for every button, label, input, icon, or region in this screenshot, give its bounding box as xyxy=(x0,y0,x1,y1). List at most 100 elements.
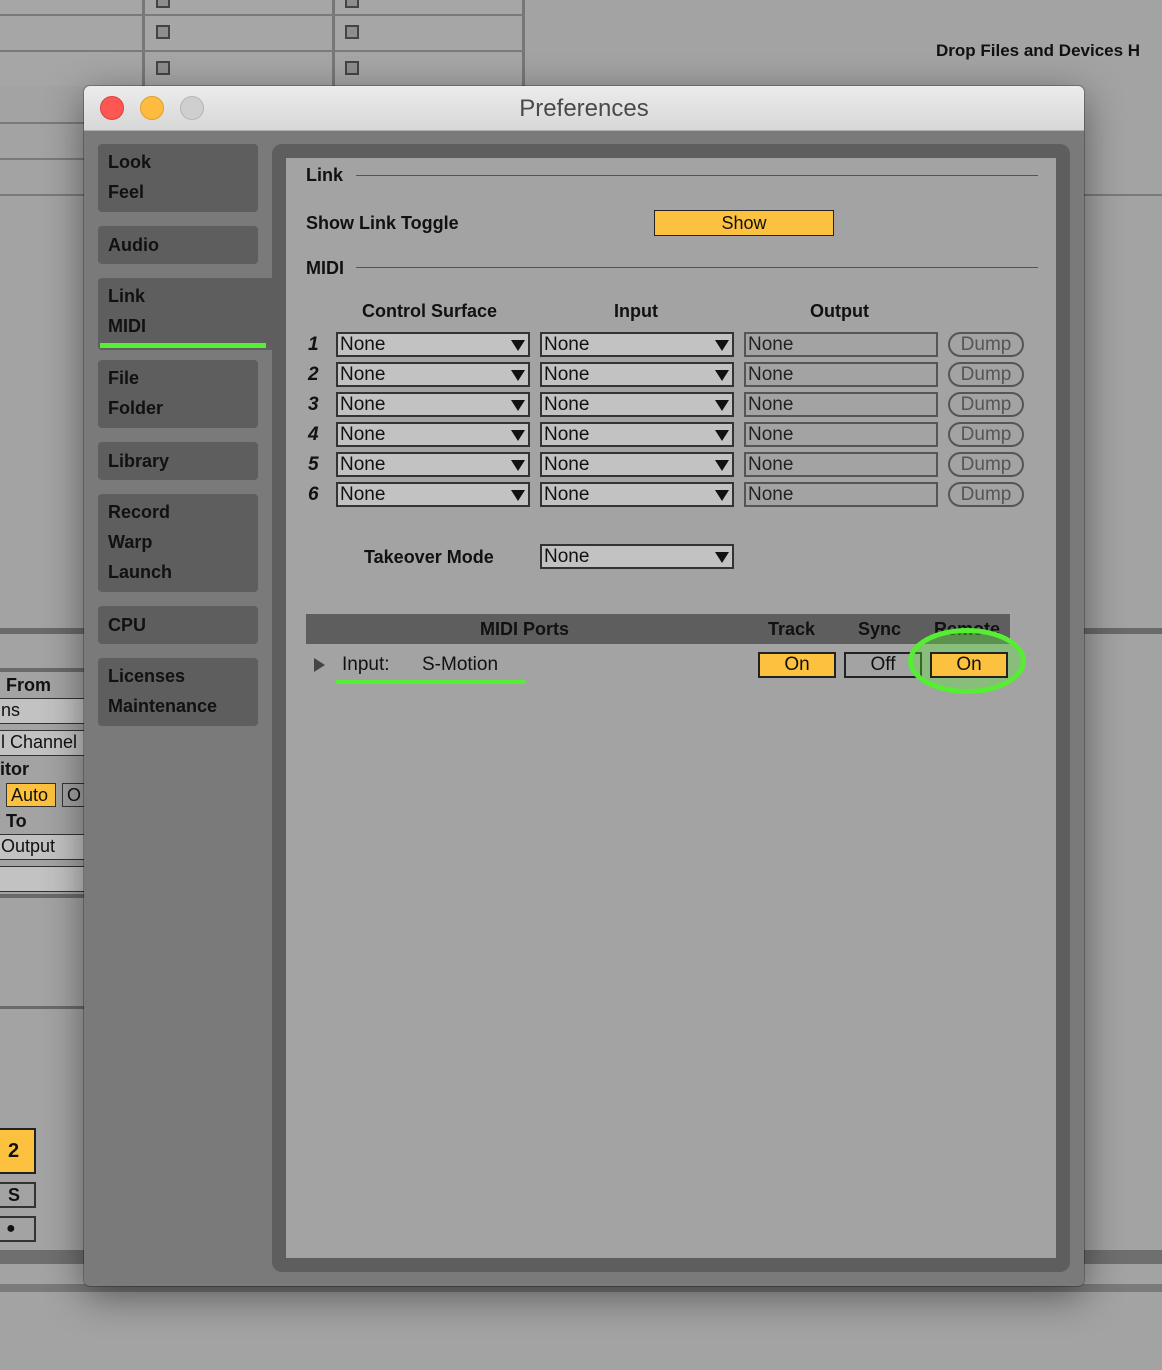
input-select[interactable]: None xyxy=(540,482,734,507)
output-select[interactable]: None xyxy=(744,392,938,417)
chevron-down-icon xyxy=(715,460,729,471)
clip-slot-stop[interactable] xyxy=(156,61,170,75)
sidebar-label: Link xyxy=(108,286,146,306)
clip-slot-stop[interactable] xyxy=(156,25,170,39)
clip-slot-stop[interactable] xyxy=(156,0,170,8)
input-column-header: Input xyxy=(614,301,658,321)
port-direction-label: Input: xyxy=(342,654,390,675)
sidebar-tab-link-midi[interactable]: Link MIDI xyxy=(98,278,272,350)
sidebar-tab-look-feel[interactable]: Look Feel xyxy=(98,144,258,212)
show-link-toggle-button[interactable]: Show xyxy=(654,210,834,236)
chevron-down-icon xyxy=(715,370,729,381)
sidebar-tab-file-folder[interactable]: File Folder xyxy=(98,360,258,428)
expand-triangle-icon[interactable] xyxy=(314,658,325,672)
divider-line xyxy=(1084,194,1162,196)
dump-button[interactable]: Dump xyxy=(948,422,1024,447)
chevron-down-icon xyxy=(715,430,729,441)
clip-slot-stop[interactable] xyxy=(345,0,359,8)
title-bar[interactable]: Preferences xyxy=(84,86,1084,131)
sidebar-label: Audio xyxy=(108,235,159,255)
control-surface-select[interactable]: None xyxy=(336,482,530,507)
sidebar-tab-library[interactable]: Library xyxy=(98,442,258,480)
dump-button[interactable]: Dump xyxy=(948,332,1024,357)
section-divider xyxy=(356,175,1038,176)
dump-button[interactable]: Dump xyxy=(948,392,1024,417)
row-number: 2 xyxy=(308,364,319,385)
chevron-down-icon xyxy=(715,490,729,501)
dump-button[interactable]: Dump xyxy=(948,482,1024,507)
grid-row-line xyxy=(0,50,524,52)
row-number: 3 xyxy=(308,394,319,415)
control-surface-select[interactable]: None xyxy=(336,362,530,387)
link-midi-panel: Link Show Link Toggle Show MIDI Control … xyxy=(286,158,1056,1258)
sidebar-label: CPU xyxy=(108,615,147,635)
output-column-header: Output xyxy=(810,301,869,321)
output-select[interactable]: None xyxy=(744,452,938,477)
dump-button[interactable]: Dump xyxy=(948,362,1024,387)
monitor-label: itor xyxy=(0,759,29,779)
control-surface-select[interactable]: None xyxy=(336,392,530,417)
chevron-down-icon xyxy=(511,460,525,471)
input-channel-select[interactable]: l Channel xyxy=(0,730,86,756)
sidebar-label: Maintenance xyxy=(108,696,218,716)
sidebar-label: Licenses xyxy=(108,666,186,686)
solo-button[interactable]: S xyxy=(0,1182,36,1208)
chevron-down-icon xyxy=(511,430,525,441)
output-select[interactable]: None xyxy=(744,362,938,387)
input-select[interactable]: None xyxy=(540,422,734,447)
sidebar-tab-audio[interactable]: Audio xyxy=(98,226,258,264)
divider-line xyxy=(1084,628,1162,634)
sidebar-tab-licenses-maintenance[interactable]: Licenses Maintenance xyxy=(98,658,258,726)
chevron-down-icon xyxy=(715,552,729,563)
midi-ports-column-header: MIDI Ports xyxy=(480,619,570,639)
mixer-divider xyxy=(0,894,84,898)
dump-button[interactable]: Dump xyxy=(948,452,1024,477)
grid-divider xyxy=(142,0,145,86)
remote-toggle[interactable]: On xyxy=(930,652,1008,678)
grid-divider xyxy=(522,0,525,86)
input-select[interactable]: None xyxy=(540,392,734,417)
output-select[interactable]: None xyxy=(744,482,938,507)
midi-section-title: MIDI xyxy=(306,258,344,278)
takeover-mode-select[interactable]: None xyxy=(540,544,734,569)
sidebar-label: Feel xyxy=(108,182,145,202)
input-type-select[interactable]: ns xyxy=(0,698,86,724)
sidebar-tab-cpu[interactable]: CPU xyxy=(98,606,258,644)
chevron-down-icon xyxy=(715,400,729,411)
divider-line xyxy=(0,158,84,160)
input-from-label: From xyxy=(6,675,51,695)
grid-row-line xyxy=(0,14,524,16)
arm-record-button[interactable]: ● xyxy=(0,1216,36,1242)
monitor-auto-button[interactable]: Auto xyxy=(6,783,56,807)
sidebar-label: Folder xyxy=(108,398,164,418)
input-select[interactable]: None xyxy=(540,332,734,357)
input-select[interactable]: None xyxy=(540,362,734,387)
control-surface-select[interactable]: None xyxy=(336,332,530,357)
track-activator[interactable]: 2 xyxy=(0,1128,36,1174)
clip-slot-stop[interactable] xyxy=(345,61,359,75)
output-select[interactable]: Output xyxy=(0,834,86,860)
sidebar-label: Record xyxy=(108,502,171,522)
output-select[interactable]: None xyxy=(744,332,938,357)
output-channel-select[interactable] xyxy=(0,866,86,892)
clip-slot-stop[interactable] xyxy=(345,25,359,39)
sidebar-label: Launch xyxy=(108,562,173,582)
sidebar-label: Library xyxy=(108,451,170,471)
sidebar-tab-record-warp-launch[interactable]: Record Warp Launch xyxy=(98,494,258,592)
track-toggle[interactable]: On xyxy=(758,652,836,678)
sidebar-label: Warp xyxy=(108,532,153,552)
preferences-window: Preferences Look Feel Audio Link MIDI Fi… xyxy=(84,86,1084,1286)
control-surface-select[interactable]: None xyxy=(336,452,530,477)
divider-line xyxy=(0,194,84,196)
control-surface-select[interactable]: None xyxy=(336,422,530,447)
input-select[interactable]: None xyxy=(540,452,734,477)
output-select[interactable]: None xyxy=(744,422,938,447)
sidebar-label: File xyxy=(108,368,140,388)
chevron-down-icon xyxy=(511,370,525,381)
port-name-label: S-Motion xyxy=(422,654,499,675)
midi-ports-header: MIDI Ports Track Sync Remote xyxy=(306,614,1010,644)
sync-column-header: Sync xyxy=(858,619,902,639)
divider-line xyxy=(0,1006,84,1009)
divider-line xyxy=(0,628,84,634)
monitor-off-button[interactable]: O xyxy=(62,783,86,807)
